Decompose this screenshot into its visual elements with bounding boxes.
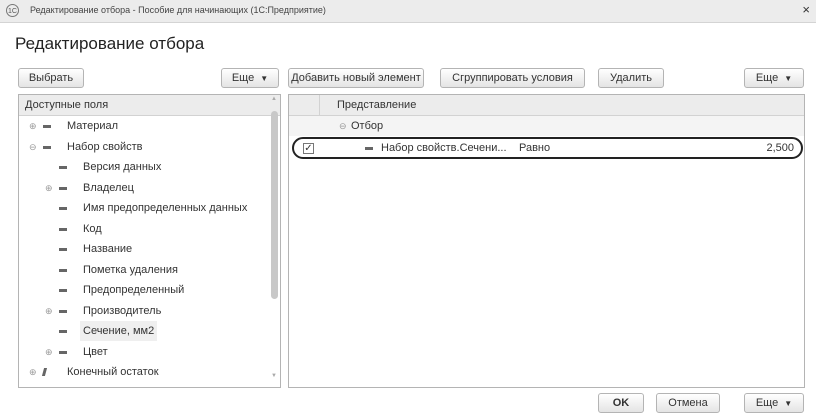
chevron-down-icon: ▼ [784, 399, 793, 408]
filter-group-row[interactable]: ⊖ Отбор [289, 116, 804, 136]
tree-item[interactable]: Сечение, мм2 [19, 321, 269, 341]
left-more-button[interactable]: Еще ▼ [221, 68, 279, 88]
group-conditions-label: Сгруппировать условия [452, 72, 573, 84]
collapse-icon[interactable]: ⊖ [339, 116, 349, 136]
tree-item-label: Производитель [83, 304, 162, 317]
expand-icon[interactable]: ⊕ [29, 116, 39, 136]
tree-item[interactable]: Предопределенный [19, 280, 269, 300]
tree-item[interactable]: ⊖ Набор свойств [19, 137, 269, 157]
tree-item-label: Материал [67, 120, 118, 132]
select-button[interactable]: Выбрать [18, 68, 84, 88]
expand-icon[interactable]: ⊕ [45, 301, 55, 321]
tree-item-label: Сечение, мм2 [80, 321, 158, 341]
tree-item-label: Предопределенный [83, 284, 185, 296]
ok-button[interactable]: OK [598, 393, 644, 413]
field-icon [59, 330, 67, 333]
left-more-label: Еще [231, 72, 255, 84]
cancel-button[interactable]: Отмена [656, 393, 720, 413]
tree-item[interactable]: ⊕ Материал [19, 116, 269, 136]
right-more-button[interactable]: Еще ▼ [744, 68, 804, 88]
tree-item[interactable]: ⊕ Конечный остаток [19, 362, 269, 382]
tree-item[interactable]: Имя предопределенных данных [19, 198, 269, 218]
collapse-icon[interactable]: ⊖ [29, 137, 39, 157]
tree-item[interactable]: Пометка удаления [19, 260, 269, 280]
field-icon [43, 125, 51, 128]
tree-item[interactable]: ⊕ Владелец [19, 178, 269, 198]
right-more-label: Еще [755, 72, 779, 84]
tree-item-label: Название [83, 243, 133, 255]
tree-item-label: Имя предопределенных данных [83, 202, 248, 214]
add-element-button[interactable]: Добавить новый элемент [288, 68, 424, 88]
field-icon [59, 289, 67, 292]
tree-item-label: Код [83, 222, 102, 235]
window-title: Редактирование отбора - Пособие для начи… [30, 5, 326, 15]
footer-more-button[interactable]: Еще ▼ [744, 393, 804, 413]
scroll-thumb[interactable] [271, 111, 278, 299]
field-icon [59, 268, 67, 272]
tree-item[interactable]: ⊕ Производитель [19, 301, 269, 321]
tree-item-label: Версия данных [83, 161, 162, 173]
window-titlebar: 1С Редактирование отбора - Пособие для н… [0, 0, 816, 23]
field-icon [59, 207, 67, 210]
filter-header: Представление [289, 95, 804, 116]
chevron-down-icon: ▼ [784, 74, 793, 83]
resource-icon [41, 368, 48, 376]
field-icon [59, 186, 67, 190]
scroll-down-icon[interactable]: ▼ [271, 373, 277, 379]
scroll-up-icon[interactable]: ▲ [271, 96, 277, 102]
fields-scrollbar[interactable]: ▲ ▼ [271, 96, 278, 379]
field-icon [59, 248, 67, 251]
page-title: Редактирование отбора [15, 34, 205, 53]
header-divider [319, 95, 320, 115]
field-icon [43, 145, 51, 149]
highlight-oval [292, 137, 803, 159]
expand-icon[interactable]: ⊕ [45, 342, 55, 362]
expand-icon[interactable]: ⊕ [45, 178, 55, 198]
field-icon [59, 309, 67, 313]
cancel-label: Отмена [668, 397, 708, 409]
footer-more-label: Еще [755, 397, 779, 409]
filter-group-label: Отбор [351, 120, 384, 132]
app-logo-icon: 1С [6, 4, 19, 17]
chevron-down-icon: ▼ [260, 74, 269, 83]
close-icon[interactable]: × [802, 2, 810, 17]
ok-label: OK [612, 397, 630, 409]
delete-button[interactable]: Удалить [598, 68, 664, 88]
group-conditions-button[interactable]: Сгруппировать условия [440, 68, 585, 88]
expand-icon[interactable]: ⊕ [29, 362, 39, 382]
tree-item[interactable]: ⊕ Цвет [19, 342, 269, 362]
tree-item-label: Владелец [83, 181, 134, 194]
tree-item[interactable]: Название [19, 239, 269, 259]
available-fields-header: Доступные поля [19, 95, 280, 116]
tree-item[interactable]: Версия данных [19, 157, 269, 177]
tree-item-label: Конечный остаток [67, 366, 159, 378]
tree-item-label: Пометка удаления [83, 263, 178, 276]
add-element-label: Добавить новый элемент [291, 72, 421, 84]
delete-label: Удалить [610, 72, 652, 84]
field-icon [59, 350, 67, 354]
tree-item-label: Цвет [83, 345, 108, 358]
field-icon [59, 166, 67, 169]
select-button-label: Выбрать [28, 72, 74, 84]
field-icon [59, 227, 67, 231]
tree-item[interactable]: Код [19, 219, 269, 239]
available-fields-panel[interactable]: Доступные поля ⊕ Материал ⊖ Набор свойств Ве… [18, 94, 281, 388]
tree-item-label: Набор свойств [67, 140, 143, 153]
